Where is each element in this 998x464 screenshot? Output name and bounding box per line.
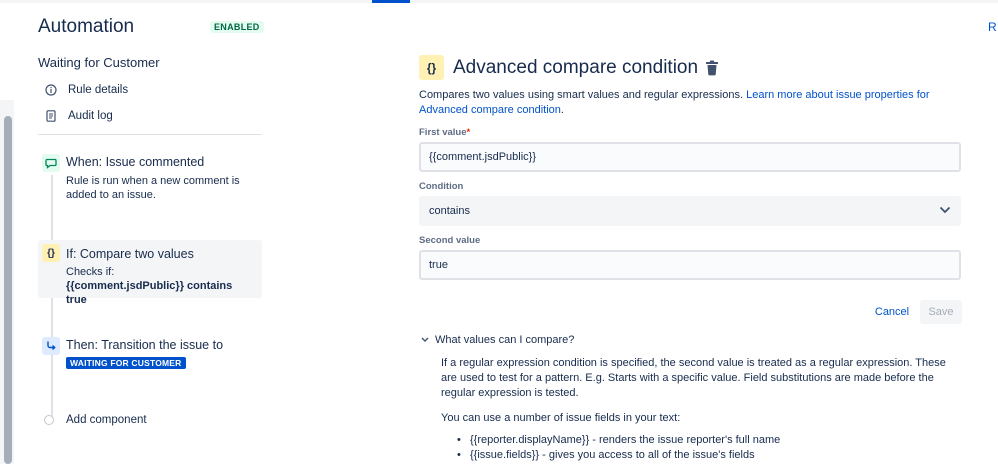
step-then-action[interactable]: Then: Transition the issue to WAITING FO…: [38, 335, 262, 375]
scrollbar-thumb[interactable]: [4, 116, 12, 464]
list-item: {{reporter.displayName}} - renders the i…: [457, 433, 957, 448]
step-if-condition[interactable]: {} If: Compare two values Checks if: {{c…: [38, 240, 262, 306]
active-tab-indicator: [372, 0, 410, 3]
help-paragraph: You can use a number of issue fields in …: [441, 412, 681, 424]
condition-braces-icon: {}: [42, 244, 60, 262]
status-badge: ENABLED: [210, 21, 264, 33]
nav-label: Audit log: [68, 110, 113, 122]
info-icon: [44, 83, 58, 97]
status-lozenge: WAITING FOR CUSTOMER: [66, 357, 186, 369]
step-title: Then: Transition the issue to: [66, 338, 224, 352]
top-bar: [0, 0, 998, 3]
component-description: Compares two values using smart values a…: [419, 89, 930, 116]
document-icon: [44, 109, 58, 123]
transition-icon: [42, 337, 60, 355]
chevron-down-icon: [939, 205, 951, 217]
help-paragraph: If a regular expression condition is spe…: [441, 357, 946, 399]
step-when-trigger[interactable]: When: Issue commented Rule is run when a…: [38, 152, 262, 212]
chevron-down-icon: [421, 334, 429, 346]
trash-icon[interactable]: [705, 60, 719, 76]
help-list: {{reporter.displayName}} - renders the i…: [457, 433, 957, 463]
step-title: If: Compare two values: [66, 247, 194, 261]
required-mark: *: [466, 127, 471, 138]
component-title: Advanced compare condition: [453, 57, 699, 78]
first-value-label: First value*: [419, 127, 471, 138]
step-description: Checks if: {{comment.jsdPublic}} contain…: [66, 265, 256, 307]
help-expander[interactable]: What values can I compare?: [421, 334, 574, 346]
step-desc-expression: {{comment.jsdPublic}} contains true: [66, 280, 233, 306]
save-button[interactable]: Save: [920, 300, 962, 324]
timeline-dot-icon: [44, 415, 54, 425]
help-toggle-label: What values can I compare?: [435, 334, 575, 346]
sidebar-divider: [38, 134, 262, 135]
add-component-button[interactable]: Add component: [44, 414, 147, 426]
step-title: When: Issue commented: [66, 155, 205, 169]
second-value-input[interactable]: true: [419, 250, 961, 280]
second-value-label: Second value: [419, 235, 481, 246]
nav-label: Rule details: [68, 84, 129, 96]
list-item: {{issue.fields}} - gives you access to a…: [457, 448, 957, 463]
condition-select[interactable]: contains: [419, 196, 961, 226]
condition-label: Condition: [419, 181, 464, 192]
step-desc-prefix: Checks if:: [66, 266, 115, 278]
first-value-input[interactable]: {{comment.jsdPublic}}: [419, 142, 961, 172]
nav-audit-log[interactable]: Audit log: [44, 107, 113, 125]
step-description: Rule is run when a new comment is added …: [66, 175, 240, 201]
cancel-button[interactable]: Cancel: [868, 300, 916, 324]
add-component-label: Add component: [66, 414, 147, 426]
page-title: Automation: [38, 16, 135, 37]
header-right-link[interactable]: R: [988, 20, 997, 34]
rule-name: Waiting for Customer: [38, 55, 160, 70]
condition-braces-icon: {}: [419, 55, 444, 80]
nav-rule-details[interactable]: Rule details: [44, 81, 128, 99]
comment-icon: [42, 154, 60, 172]
